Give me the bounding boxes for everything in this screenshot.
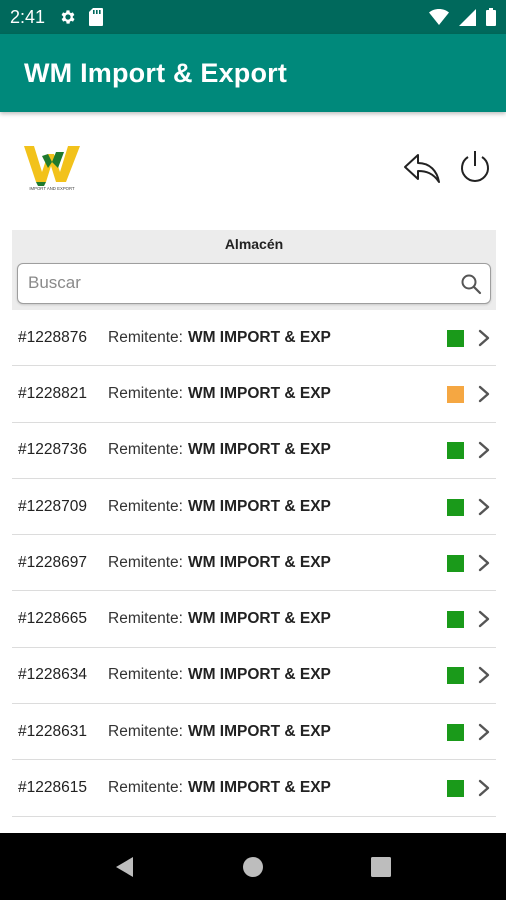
shipment-row[interactable]: #1228697 Remitente: WM IMPORT & EXP [12,535,496,592]
chevron-right-icon [478,554,490,572]
recents-square-icon[interactable] [369,855,393,879]
sender-name: WM IMPORT & EXP [187,497,331,515]
shipment-row[interactable]: #1228665 Remitente: WM IMPORT & EXP [12,591,496,648]
shipment-row[interactable]: #1228876 Remitente: WM IMPORT & EXP [12,310,496,367]
sender-label: Remitente: [108,328,183,346]
status-indicator [447,329,464,347]
section-title: Almacén [224,236,284,252]
shipment-id: #1228697 [18,553,87,571]
sender-name: WM IMPORT & EXP [187,384,331,402]
sender-label: Remitente: [108,384,183,402]
status-indicator [447,780,464,798]
chevron-right-icon [478,779,490,797]
shipment-row[interactable]: #1228615 Remitente: WM IMPORT & EXP [12,760,496,817]
sender-name: WM IMPORT & EXP [187,666,331,684]
chevron-right-icon [478,667,490,684]
power-button[interactable] [454,146,496,188]
sender-name: WM IMPORT & EXP [187,610,331,628]
power-icon [461,151,489,182]
status-indicator [447,667,464,685]
status-indicator [447,723,464,741]
search-box [17,263,491,304]
shipment-row[interactable]: #1228736 Remitente: WM IMPORT & EXP [12,423,496,479]
status-indicator [447,611,464,629]
sender-label: Remitente: [108,441,183,459]
settings-icon [61,10,75,24]
shipment-id: #1228709 [18,497,87,515]
sender-name: WM IMPORT & EXP [187,441,331,459]
chevron-right-icon [478,329,490,346]
shipment-id: #1228631 [18,722,87,740]
home-circle-icon[interactable] [241,855,265,879]
status-indicator [447,554,464,572]
status-time: 2:41 [10,6,46,27]
reply-icon [404,154,440,183]
sender-label: Remitente: [108,779,183,797]
sender-label: Remitente: [108,497,183,515]
wifi-icon [429,9,449,25]
sender-name: WM IMPORT & EXP [187,779,331,797]
shipment-id: #1228615 [18,779,87,797]
sender-label: Remitente: [108,553,183,571]
sender-name: WM IMPORT & EXP [187,328,331,346]
shipment-id: #1228634 [18,666,87,684]
chevron-right-icon [478,723,490,740]
status-right-icons [429,8,496,26]
signal-icon [459,8,476,26]
shipment-row[interactable]: #1228634 Remitente: WM IMPORT & EXP [12,648,496,705]
sender-name: WM IMPORT & EXP [187,722,331,740]
section-header: Almacén [12,230,496,310]
reply-button[interactable] [400,148,444,188]
status-left-icons [59,8,104,26]
sender-label: Remitente: [108,722,183,740]
shipment-row[interactable]: #1228631 Remitente: WM IMPORT & EXP [12,704,496,761]
shipment-id: #1228876 [18,328,87,346]
chevron-right-icon [478,442,490,459]
shipment-list: #1228876 Remitente: WM IMPORT & EXP #122… [12,310,496,817]
shipment-row[interactable]: #1228821 Remitente: WM IMPORT & EXP [12,366,496,423]
battery-icon [486,8,496,26]
app-bar: WM Import & Export [0,34,506,112]
system-nav-bar [0,833,506,900]
sender-name: WM IMPORT & EXP [187,553,331,571]
status-indicator [447,385,464,403]
shipment-id: #1228665 [18,610,87,628]
search-input[interactable] [18,264,448,302]
shipment-row[interactable]: #1228709 Remitente: WM IMPORT & EXP [12,479,496,536]
header-area: IMPORT AND EXPORT [0,112,506,230]
status-bar: 2:41 [0,0,506,34]
sd-card-icon [89,8,104,26]
status-indicator [447,442,464,460]
chevron-right-icon [478,385,490,403]
status-indicator [447,498,464,516]
company-logo: IMPORT AND EXPORT [22,142,82,192]
back-triangle-icon[interactable] [113,855,137,879]
sender-label: Remitente: [108,666,183,684]
search-icon[interactable] [460,273,482,295]
chevron-right-icon [478,498,490,515]
shipment-id: #1228821 [18,384,87,402]
shipment-id: #1228736 [18,441,87,459]
svg-text:IMPORT AND EXPORT: IMPORT AND EXPORT [29,186,75,191]
sender-label: Remitente: [108,610,183,628]
chevron-right-icon [478,610,490,628]
app-title: WM Import & Export [24,57,288,88]
